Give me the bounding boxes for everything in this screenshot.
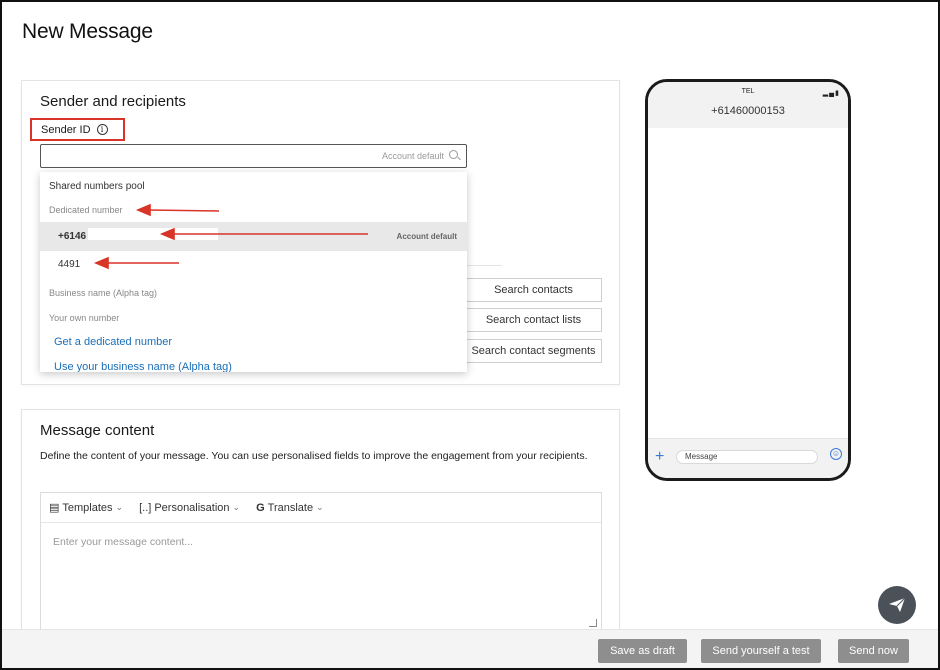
search-contacts-button[interactable]: Search contacts: [465, 278, 602, 302]
send-test-button[interactable]: Send yourself a test: [701, 639, 821, 663]
templates-menu[interactable]: ▤ Templates ⌄: [49, 501, 124, 515]
use-business-name-link[interactable]: Use your business name (Alpha tag): [40, 358, 467, 372]
translate-menu[interactable]: G Translate ⌄: [256, 502, 324, 514]
save-as-draft-button[interactable]: Save as draft: [598, 639, 687, 663]
phone-number: +61460000153: [711, 105, 785, 117]
sender-id-dropdown: Shared numbers pool Dedicated number +61…: [40, 172, 467, 372]
translate-label: Translate: [267, 501, 314, 514]
resize-handle-icon[interactable]: [589, 619, 597, 627]
content-description: Define the content of your message. You …: [40, 450, 588, 462]
personalisation-menu[interactable]: [..] Personalisation ⌄: [139, 502, 240, 514]
message-content-card: Message content Define the content of yo…: [21, 409, 620, 639]
dropdown-group-alpha: Business name (Alpha tag): [49, 288, 158, 298]
templates-label: Templates: [62, 501, 113, 514]
chevron-down-icon: ⌄: [115, 502, 124, 512]
send-now-button[interactable]: Send now: [838, 639, 909, 663]
action-footer: Save as draft Send yourself a test Send …: [2, 629, 938, 668]
message-editor: ▤ Templates ⌄ [..] Personalisation ⌄ G T…: [40, 492, 602, 632]
search-contact-lists-button[interactable]: Search contact lists: [465, 308, 602, 332]
dropdown-option-shared-pool[interactable]: Shared numbers pool: [40, 177, 467, 195]
plus-icon: +: [655, 448, 665, 465]
account-default-badge: Account default: [396, 232, 457, 241]
sender-id-select[interactable]: Account default: [40, 144, 467, 168]
select-hint: Account default: [381, 151, 444, 161]
search-icon: [449, 150, 458, 159]
selected-number: +6146: [58, 231, 87, 242]
emoji-icon: ☺: [830, 448, 842, 460]
dropdown-group-dedicated: Dedicated number: [49, 205, 123, 215]
personalisation-label: Personalisation: [154, 501, 230, 514]
dropdown-group-own: Your own number: [49, 313, 120, 323]
dropdown-option-number-4491[interactable]: 4491: [40, 255, 467, 273]
sender-id-label: Sender ID: [41, 123, 91, 136]
get-dedicated-number-link[interactable]: Get a dedicated number: [40, 333, 467, 351]
page-title: New Message: [22, 20, 153, 43]
sender-section-title: Sender and recipients: [40, 93, 186, 110]
phone-header: TEL ▂▄▮ +61460000153: [648, 82, 848, 128]
translate-icon: G: [256, 501, 265, 514]
redaction-bar: [88, 228, 218, 240]
sender-id-label-box: Sender ID i: [30, 118, 125, 141]
editor-toolbar: ▤ Templates ⌄ [..] Personalisation ⌄ G T…: [41, 493, 601, 523]
phone-preview: TEL ▂▄▮ +61460000153 + Message ☺: [645, 79, 851, 481]
phone-compose-bar: + Message ☺: [648, 438, 848, 478]
info-icon[interactable]: i: [96, 124, 108, 135]
search-contact-segments-button[interactable]: Search contact segments: [465, 339, 602, 363]
chevron-down-icon: ⌄: [316, 502, 324, 512]
message-textarea[interactable]: Enter your message content...: [53, 536, 193, 548]
templates-icon: ▤: [49, 502, 60, 514]
chevron-down-icon: ⌄: [232, 502, 241, 512]
send-icon[interactable]: [878, 586, 916, 624]
carrier-label: TEL: [741, 88, 755, 95]
signal-battery-icon: ▂▄▮: [822, 90, 840, 97]
content-section-title: Message content: [40, 422, 155, 439]
personalisation-icon: [..]: [139, 501, 152, 514]
phone-message-input: Message: [676, 450, 818, 464]
